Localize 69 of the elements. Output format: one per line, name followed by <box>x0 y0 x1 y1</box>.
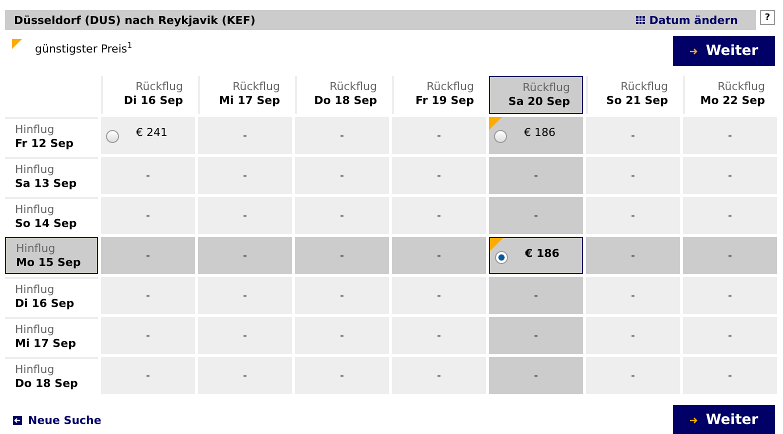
empty-fare-cell: - <box>198 157 292 194</box>
empty-fare-cell: - <box>683 357 777 394</box>
fare-radio[interactable] <box>106 130 119 143</box>
empty-fare-cell: - <box>295 157 389 194</box>
arrow-right-icon <box>690 48 698 54</box>
calendar-icon <box>636 16 646 24</box>
empty-fare-cell: - <box>101 157 195 194</box>
empty-fare-cell: - <box>586 277 680 314</box>
empty-fare-cell: - <box>392 317 486 354</box>
new-search-link[interactable]: Neue Suche <box>13 414 102 426</box>
empty-fare-cell: - <box>198 357 292 394</box>
empty-fare-cell: - <box>295 317 389 354</box>
empty-fare-cell: - <box>586 157 680 194</box>
empty-fare-cell: - <box>586 357 680 394</box>
return-date-header[interactable]: Rückflug Sa 20 Sep <box>489 76 583 114</box>
empty-fare-cell: - <box>586 197 680 234</box>
continue-button[interactable]: Weiter <box>673 405 775 434</box>
empty-fare-cell: - <box>683 237 777 274</box>
route-title: Düsseldorf (DUS) nach Reykjavik (KEF) <box>14 14 256 26</box>
fare-radio[interactable] <box>495 251 508 264</box>
empty-fare-cell: - <box>198 237 292 274</box>
empty-fare-cell: - <box>198 317 292 354</box>
fare-price: € 241 <box>136 126 168 139</box>
empty-fare-cell: - <box>101 237 195 274</box>
empty-fare-cell: - <box>489 157 583 194</box>
empty-fare-cell: - <box>489 357 583 394</box>
empty-fare-cell: - <box>392 117 486 154</box>
empty-fare-cell: - <box>295 237 389 274</box>
empty-fare-cell: - <box>683 317 777 354</box>
empty-fare-cell: - <box>101 277 195 314</box>
arrow-left-icon <box>13 416 22 424</box>
empty-fare-cell: - <box>392 157 486 194</box>
empty-fare-cell: - <box>489 197 583 234</box>
empty-fare-cell: - <box>295 197 389 234</box>
fare-cell[interactable]: € 186 <box>489 117 583 154</box>
empty-fare-cell: - <box>586 317 680 354</box>
legend-text: günstigster Preis$^{1}$ <box>35 41 132 56</box>
fare-cell[interactable]: € 186 <box>489 237 583 274</box>
empty-fare-cell: - <box>198 197 292 234</box>
empty-fare-cell: - <box>392 357 486 394</box>
empty-fare-cell: - <box>392 197 486 234</box>
outbound-date-header[interactable]: Hinflug Mo 15 Sep <box>5 237 98 274</box>
empty-fare-cell: - <box>683 157 777 194</box>
empty-fare-cell: - <box>683 117 777 154</box>
empty-fare-cell: - <box>295 277 389 314</box>
fare-price: € 186 <box>525 247 560 260</box>
change-date-link[interactable]: Datum ändern <box>636 14 738 26</box>
empty-fare-cell: - <box>586 237 680 274</box>
fare-radio[interactable] <box>494 130 507 143</box>
empty-fare-cell: - <box>198 117 292 154</box>
empty-fare-cell: - <box>392 237 486 274</box>
empty-fare-cell: - <box>489 277 583 314</box>
empty-fare-cell: - <box>683 197 777 234</box>
help-button[interactable]: ? <box>760 10 775 25</box>
empty-fare-cell: - <box>101 357 195 394</box>
fare-cell[interactable]: € 241 <box>101 117 195 154</box>
arrow-right-icon <box>690 416 698 424</box>
empty-fare-cell: - <box>198 277 292 314</box>
cheapest-price-icon <box>12 39 22 49</box>
empty-fare-cell: - <box>295 357 389 394</box>
continue-button[interactable]: Weiter <box>673 36 775 66</box>
empty-fare-cell: - <box>392 277 486 314</box>
empty-fare-cell: - <box>101 317 195 354</box>
fare-price: € 186 <box>524 126 556 139</box>
empty-fare-cell: - <box>101 197 195 234</box>
empty-fare-cell: - <box>683 277 777 314</box>
empty-fare-cell: - <box>295 117 389 154</box>
empty-fare-cell: - <box>586 117 680 154</box>
empty-fare-cell: - <box>489 317 583 354</box>
